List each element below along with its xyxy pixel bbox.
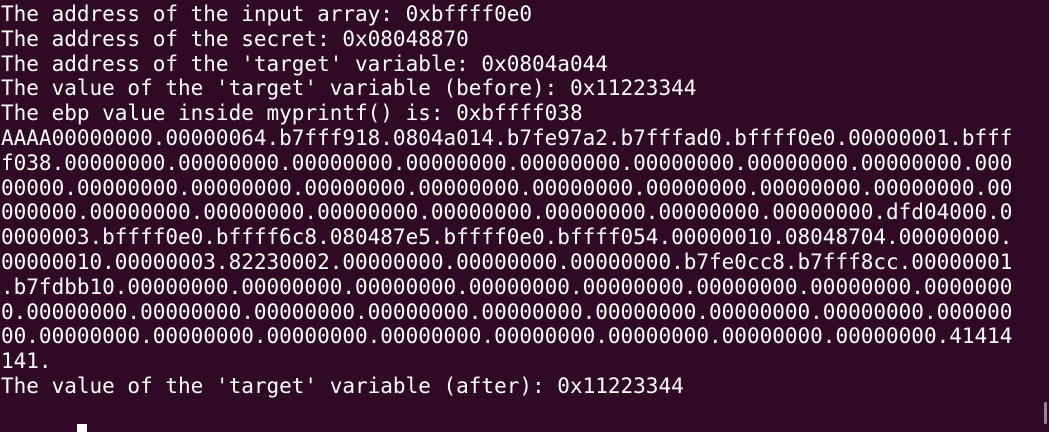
terminal-line: The address of the input array: 0xbffff0… <box>1 2 533 26</box>
cursor-line[interactable] <box>1 399 1037 432</box>
terminal-line: 0.00000000.00000000.00000000.00000000.00… <box>1 299 1013 324</box>
terminal-line: The value of the 'target' variable (befo… <box>1 76 697 101</box>
scrollbar-thumb[interactable] <box>1044 402 1047 424</box>
terminal-line: The value of the 'target' variable (afte… <box>1 373 684 398</box>
terminal-line: 00.00000000.00000000.00000000.00000000.0… <box>1 324 1013 349</box>
terminal-scrollbar[interactable] <box>1041 0 1049 432</box>
terminal-line: AAAA00000000.00000064.b7fff918.0804a014.… <box>1 125 1013 150</box>
terminal-line: 000000.00000000.00000000.00000000.000000… <box>1 200 1013 225</box>
terminal-line: 00000.00000000.00000000.00000000.0000000… <box>1 175 1013 200</box>
terminal-line: f038.00000000.00000000.00000000.00000000… <box>1 150 1013 175</box>
text-cursor <box>76 423 87 432</box>
terminal-line: The address of the secret: 0x08048870 <box>1 26 469 51</box>
terminal-line: The address of the 'target' variable: 0x… <box>1 51 608 76</box>
terminal-line: 00000010.00000003.82230002.00000000.0000… <box>1 249 1013 274</box>
terminal-line: 0000003.bffff0e0.bffff6c8.080487e5.bffff… <box>1 225 1013 250</box>
terminal-line: 141. <box>1 349 52 374</box>
terminal-output: The address of the input array: 0xbffff0… <box>1 2 1037 432</box>
terminal-line: .b7fdbb10.00000000.00000000.00000000.000… <box>1 274 1013 299</box>
terminal-window[interactable]: The address of the input array: 0xbffff0… <box>0 0 1049 432</box>
terminal-line: The ebp value inside myprintf() is: 0xbf… <box>1 101 583 126</box>
